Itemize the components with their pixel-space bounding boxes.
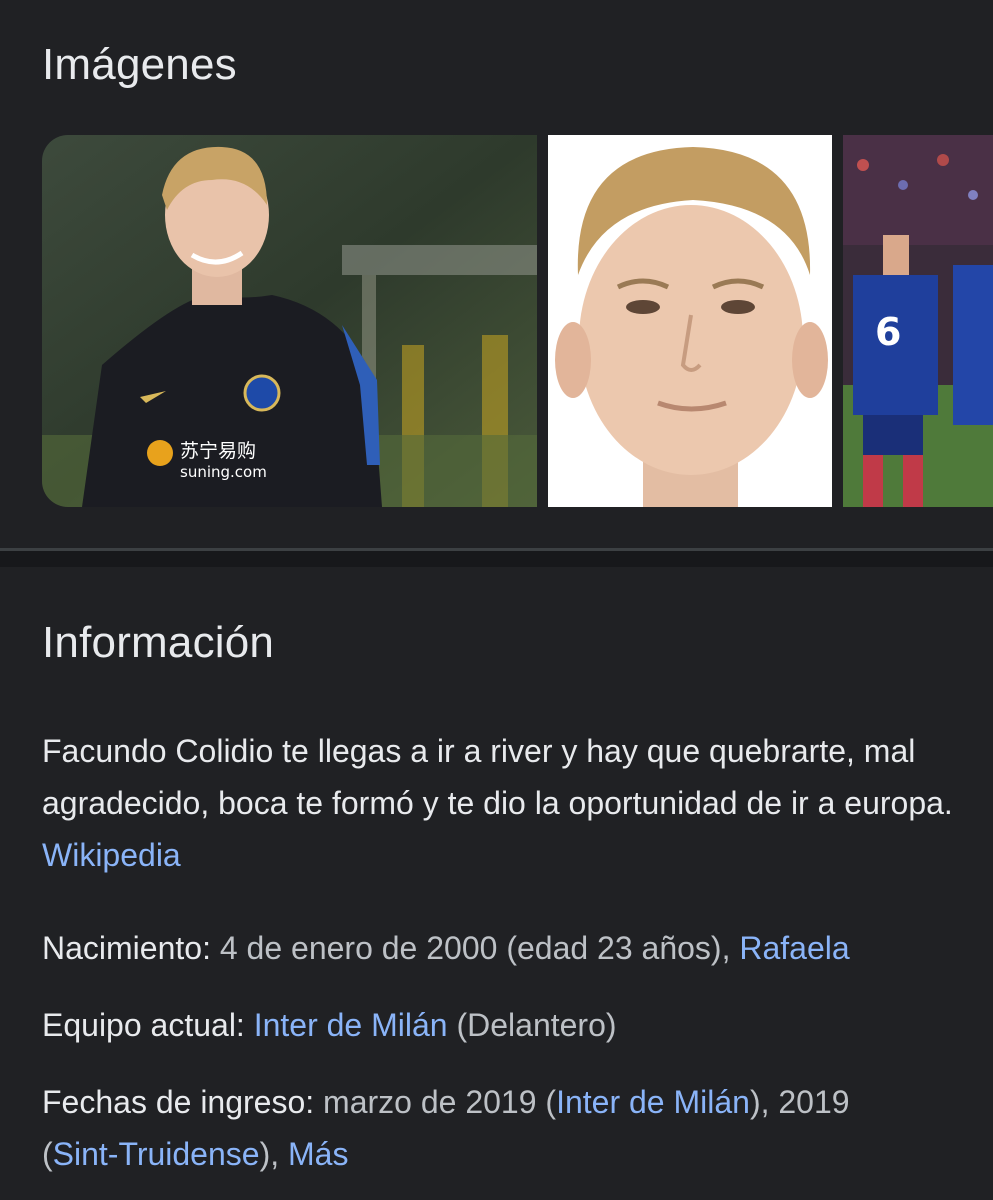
team-position: (Delantero) bbox=[456, 1007, 617, 1043]
fact-join-dates: Fechas de ingreso: marzo de 2019 (Inter … bbox=[42, 1076, 972, 1180]
dates-label: Fechas de ingreso: bbox=[42, 1084, 315, 1120]
image-thumbnail-1[interactable]: 苏宁易购 suning.com bbox=[42, 135, 537, 507]
dates-value-4: ), bbox=[259, 1136, 280, 1172]
dates-value-1: marzo de 2019 ( bbox=[323, 1084, 557, 1120]
birth-value: 4 de enero de 2000 (edad 23 años), bbox=[219, 930, 731, 966]
player-portrait-photo-icon bbox=[548, 135, 832, 507]
fact-current-team: Equipo actual: Inter de Milán (Delantero… bbox=[42, 999, 972, 1051]
team-label: Equipo actual: bbox=[42, 1007, 245, 1043]
wikipedia-link[interactable]: Wikipedia bbox=[42, 837, 181, 873]
dates-value-3: ( bbox=[42, 1136, 53, 1172]
dates-value-2: ), 2019 bbox=[749, 1084, 850, 1120]
shirt-number-text: 6 bbox=[875, 310, 901, 354]
section-separator-band bbox=[0, 551, 993, 567]
more-link[interactable]: Más bbox=[288, 1136, 348, 1172]
image-carousel[interactable]: 苏宁易购 suning.com 6 bbox=[42, 135, 993, 507]
match-celebration-photo-icon: 6 bbox=[843, 135, 993, 507]
sponsor-text: 苏宁易购 bbox=[180, 440, 256, 462]
fact-birth: Nacimiento: 4 de enero de 2000 (edad 23 … bbox=[42, 922, 972, 974]
team-link[interactable]: Inter de Milán bbox=[254, 1007, 448, 1043]
birthplace-link[interactable]: Rafaela bbox=[739, 930, 849, 966]
description-text: Facundo Colidio te llegas a ir a river y… bbox=[42, 733, 953, 821]
player-training-photo-icon: 苏宁易购 suning.com bbox=[42, 135, 537, 507]
birth-label: Nacimiento: bbox=[42, 930, 211, 966]
dates-sint-truidense-link[interactable]: Sint-Truidense bbox=[53, 1136, 260, 1172]
image-thumbnail-2[interactable] bbox=[548, 135, 832, 507]
images-section-title: Imágenes bbox=[42, 40, 237, 89]
info-description: Facundo Colidio te llegas a ir a river y… bbox=[42, 725, 972, 881]
sponsor-url-text: suning.com bbox=[180, 463, 267, 481]
info-section-title: Información bbox=[42, 618, 275, 667]
image-thumbnail-3[interactable]: 6 bbox=[843, 135, 993, 507]
dates-inter-link[interactable]: Inter de Milán bbox=[556, 1084, 750, 1120]
